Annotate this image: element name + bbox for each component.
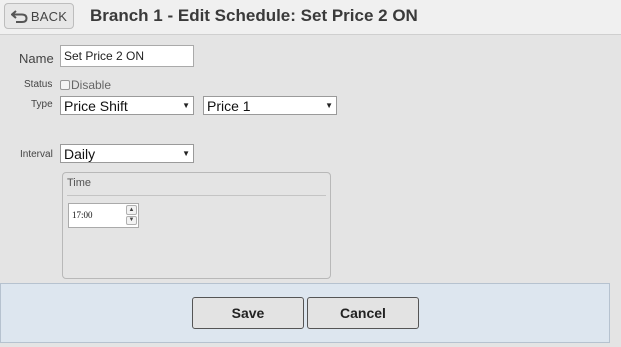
time-group-label: Time (67, 177, 92, 189)
price-select[interactable]: Price 1 ▼ (203, 96, 337, 115)
name-input[interactable] (60, 45, 194, 67)
type-select[interactable]: Price Shift ▼ (60, 96, 194, 115)
status-label: Status (24, 79, 53, 90)
action-bar: Save Cancel (0, 283, 610, 343)
spin-down-icon[interactable]: ▼ (126, 215, 137, 225)
time-input[interactable]: 17:00 ▲ ▼ (68, 203, 139, 228)
disable-label: Disable (71, 78, 112, 92)
interval-label: Interval (20, 149, 53, 160)
name-label: Name (19, 51, 54, 66)
chevron-down-icon: ▼ (182, 101, 190, 110)
back-button[interactable]: BACK (4, 3, 74, 29)
interval-select[interactable]: Daily ▼ (60, 144, 194, 163)
time-group-divider (67, 195, 326, 196)
interval-select-value: Daily (64, 145, 96, 162)
back-arrow-icon (10, 9, 28, 23)
chevron-down-icon: ▼ (325, 101, 333, 110)
type-select-value: Price Shift (64, 97, 128, 114)
disable-option: Disable (60, 78, 111, 92)
price-select-value: Price 1 (207, 97, 251, 114)
time-input-value: 17:00 (72, 210, 93, 220)
page-title: Branch 1 - Edit Schedule: Set Price 2 ON (90, 6, 418, 25)
save-button[interactable]: Save (192, 297, 304, 329)
back-label: BACK (30, 8, 68, 24)
chevron-down-icon: ▼ (182, 149, 190, 158)
time-spinner: ▲ ▼ (126, 205, 137, 226)
header-bar: BACK Branch 1 - Edit Schedule: Set Price… (0, 0, 621, 35)
cancel-button[interactable]: Cancel (307, 297, 419, 329)
type-label: Type (31, 99, 53, 110)
spin-up-icon[interactable]: ▲ (126, 205, 137, 215)
disable-checkbox[interactable] (60, 80, 70, 90)
time-group: Time 17:00 ▲ ▼ (62, 172, 331, 279)
